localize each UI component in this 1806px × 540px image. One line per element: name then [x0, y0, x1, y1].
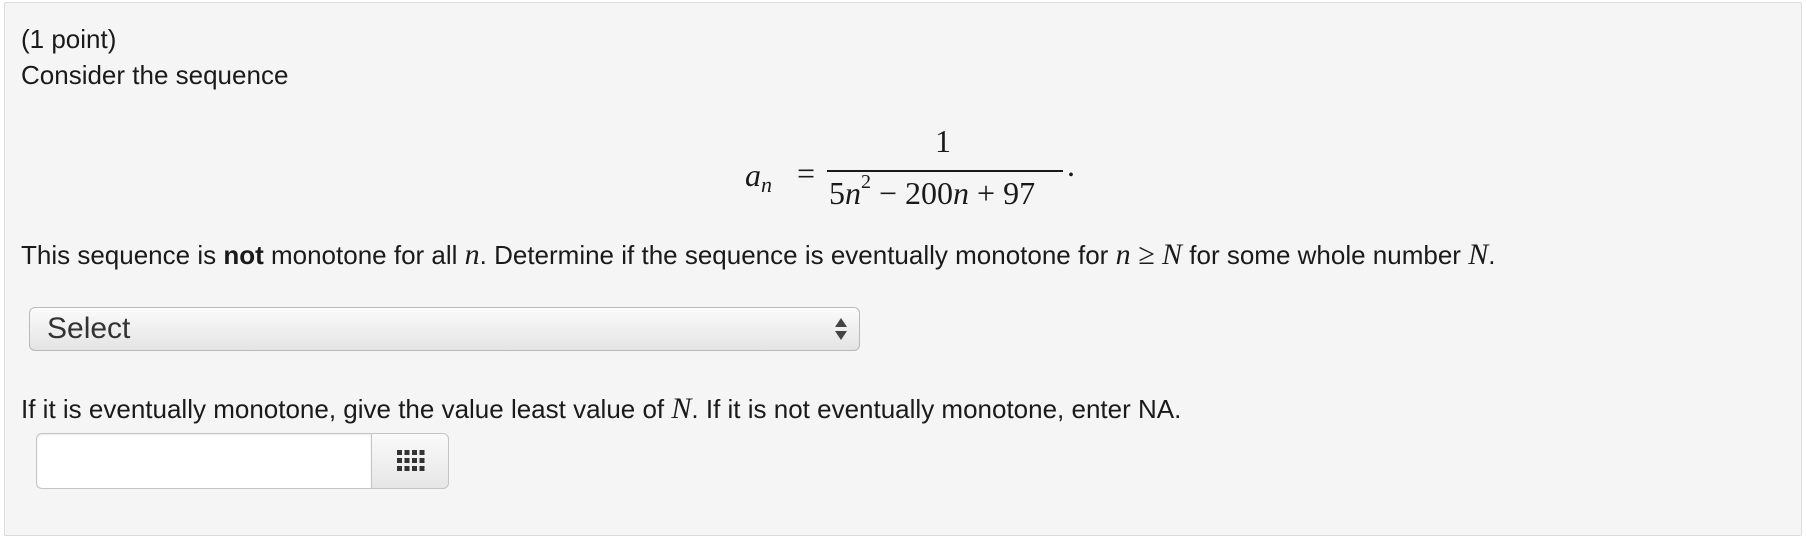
- formula-lhs: an: [745, 157, 772, 197]
- problem-panel: (1 point) Consider the sequence an = 1 5…: [4, 2, 1802, 536]
- updown-arrows-icon: [835, 318, 847, 340]
- statement-text: This sequence is not monotone for all n.…: [21, 238, 1496, 271]
- sequence-formula: an = 1 5n2 − 200n + 97 .: [745, 123, 1085, 225]
- keypad-button[interactable]: [371, 433, 449, 489]
- question2-text: If it is eventually monotone, give the v…: [21, 392, 1182, 425]
- intro-text: Consider the sequence: [21, 60, 289, 90]
- answer-input[interactable]: [36, 433, 371, 489]
- points-label: (1 point): [21, 24, 117, 54]
- formula-numerator: 1: [935, 123, 951, 159]
- monotone-select[interactable]: Select: [29, 307, 860, 351]
- formula-period: .: [1067, 147, 1075, 183]
- formula-denominator: 5n2 − 200n + 97: [829, 171, 1036, 211]
- formula-equals: =: [797, 155, 816, 191]
- select-value: Select: [47, 312, 131, 345]
- keypad-grid-icon: [397, 450, 425, 471]
